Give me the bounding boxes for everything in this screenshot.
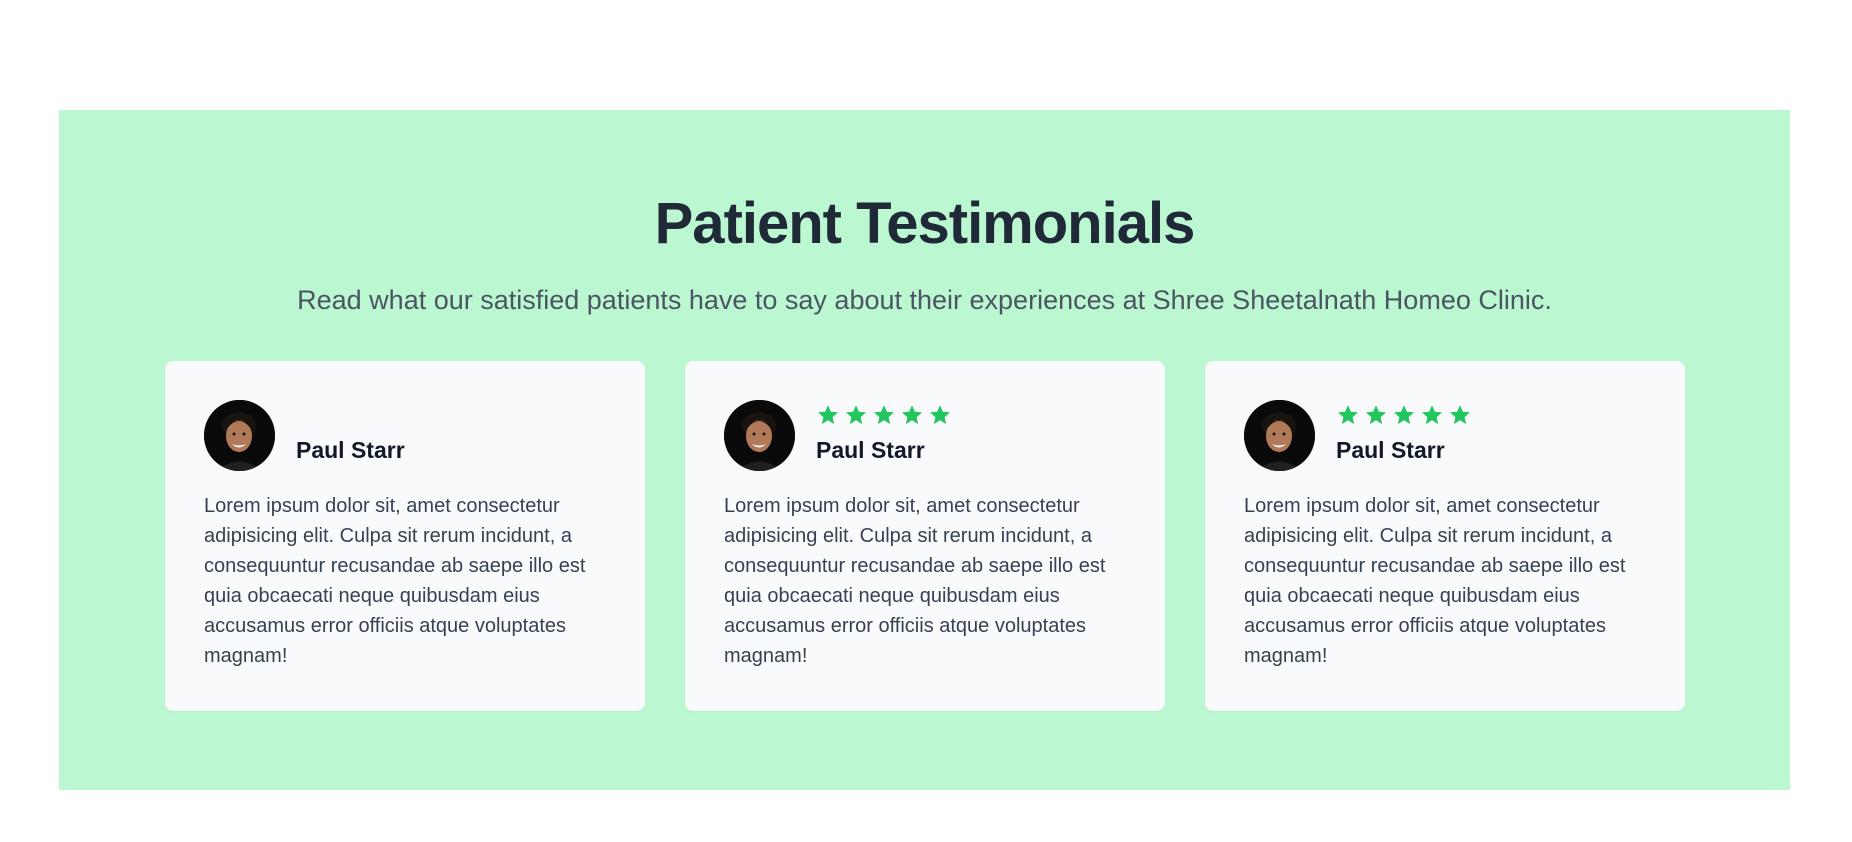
star-icon <box>872 403 896 427</box>
star-icon <box>1448 403 1472 427</box>
section-subtitle: Read what our satisfied patients have to… <box>297 285 1552 315</box>
person-portrait-icon <box>204 400 275 471</box>
rating-stars <box>1336 403 1472 427</box>
testimonial-card: Paul Starr Lorem ipsum dolor sit, amet c… <box>685 361 1165 711</box>
person-portrait-icon <box>1244 400 1315 471</box>
star-icon <box>928 403 952 427</box>
reviewer-name: Paul Starr <box>816 437 925 463</box>
star-icon <box>816 403 840 427</box>
person-portrait-icon <box>724 400 795 471</box>
rating-stars <box>816 403 952 427</box>
star-icon <box>1420 403 1444 427</box>
star-icon <box>900 403 924 427</box>
avatar <box>204 400 275 471</box>
star-icon <box>1392 403 1416 427</box>
reviewer-name: Paul Starr <box>1336 437 1445 463</box>
testimonial-card: Paul Starr Lorem ipsum dolor sit, amet c… <box>165 361 645 711</box>
star-icon <box>1336 403 1360 427</box>
section-title: Patient Testimonials <box>654 191 1196 256</box>
star-icon <box>1364 403 1388 427</box>
avatar <box>1244 400 1315 471</box>
avatar <box>724 400 795 471</box>
testimonial-text: Lorem ipsum dolor sit, amet consectetur … <box>1244 495 1626 667</box>
reviewer-name: Paul Starr <box>296 437 405 463</box>
testimonials-section: Patient Testimonials Read what our satis… <box>59 110 1790 790</box>
testimonial-text: Lorem ipsum dolor sit, amet consectetur … <box>204 495 586 667</box>
testimonial-card: Paul Starr Lorem ipsum dolor sit, amet c… <box>1205 361 1685 711</box>
testimonial-text: Lorem ipsum dolor sit, amet consectetur … <box>724 495 1106 667</box>
star-icon <box>844 403 868 427</box>
